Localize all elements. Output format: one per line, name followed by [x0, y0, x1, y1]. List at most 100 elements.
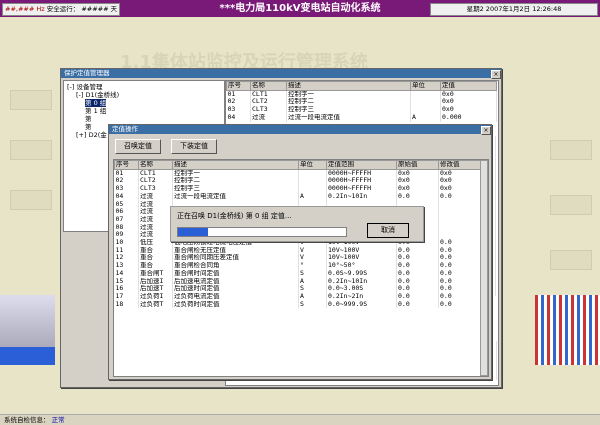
table-cell: 15	[114, 277, 139, 286]
table-row[interactable]: 13 重合 重合闸检合同角 ° 10°~50° 0.0 0.0	[114, 262, 481, 270]
background-block	[550, 195, 592, 215]
table-row[interactable]: 02 CLT2 控制字二 0000H~FFFFH 0x0 0x0	[114, 177, 481, 186]
table-cell: 0.0~999.9S	[326, 300, 397, 309]
tree-item[interactable]: 第 1 组	[85, 107, 106, 115]
table-cell: 后加速T	[138, 285, 173, 293]
table-cell: CLT1	[250, 90, 287, 99]
table-cell: 0.2In~10In	[326, 277, 397, 286]
table-row[interactable]: 03 CLT3 控制字三 0000H~FFFFH 0x0 0x0	[114, 185, 481, 193]
table-row[interactable]: 12 重合 重合闸检同期压差定值 V 10V~100V 0.0 0.0	[114, 254, 481, 263]
tree-item[interactable]: 第	[85, 123, 92, 131]
table-cell	[438, 231, 481, 240]
table-cell: 过负荷时间定值	[172, 300, 299, 309]
table-cell: 过流	[138, 215, 173, 224]
table-row[interactable]: 04 过流 过流一段电流定值 A 0.2In~10In 0.0 0.0	[114, 192, 481, 201]
table-row[interactable]: 11 重合 重合闸检无压定值 V 10V~100V 0.0 0.0	[114, 246, 481, 255]
table-cell: 02	[226, 98, 251, 107]
tree-item[interactable]: [-] 设备管理	[67, 83, 102, 91]
table-row[interactable]: 04 过流 过流一段电流定值 A 0.000	[226, 113, 497, 122]
table-cell	[298, 185, 327, 193]
table-cell: 0.0	[438, 192, 481, 201]
clock-display: 星期2 2007年1月2日 12:26:48	[430, 3, 598, 16]
table-cell: 0.2In~10In	[326, 192, 397, 201]
background-block	[550, 140, 592, 160]
table-cell: 重合	[138, 262, 173, 270]
table-cell: 0.0	[438, 269, 481, 278]
self-check-value: 正常	[51, 416, 65, 424]
table-cell: 过负荷电流定值	[172, 292, 299, 301]
table-cell: 重合闸检无压定值	[172, 246, 299, 255]
table-cell: 0.0	[396, 246, 439, 255]
settings-table: 序号 名称 描述 单位 定值 01 CLT1 控制字一 0x0 02 CLT2 控制字二 0x0 03 C…	[226, 81, 497, 122]
dialog-table-panel: 序号 名称 描述 单位 定值范围 原始值 修改值 01 CLT1 控制字一 0000H~FFFFH…	[113, 159, 489, 377]
settings-manager-titlebar[interactable]: 保护定值管理器	[61, 69, 501, 78]
table-cell: 重合闸检合同角	[172, 262, 299, 270]
background-block	[550, 250, 592, 270]
table-cell: 16	[114, 285, 139, 293]
table-row[interactable]: 01 CLT1 控制字一 0000H~FFFFH 0x0 0x0	[114, 169, 481, 178]
table-cell	[410, 106, 441, 114]
download-settings-button[interactable]: 下装定值	[171, 139, 217, 154]
table-cell: 09	[114, 231, 139, 240]
table-cell: 0.0	[438, 239, 481, 247]
table-cell: 0.0	[396, 262, 439, 270]
table-cell: 0000H~FFFFH	[326, 185, 397, 193]
tree-item[interactable]: [-] D1(金桥线)	[76, 91, 119, 99]
table-cell: 后加速时间定值	[172, 285, 299, 293]
tree-item[interactable]: 第	[85, 115, 92, 123]
table-cell: 14	[114, 269, 139, 278]
table-row[interactable]: 14 重合闸T 重合闸时间定值 S 0.0S~9.99S 0.0 0.0	[114, 269, 481, 278]
table-cell: V	[298, 254, 327, 263]
settings-operation-titlebar[interactable]: 定值操作	[109, 125, 491, 134]
table-cell: 0.0	[438, 277, 481, 286]
cancel-button[interactable]: 取消	[367, 223, 409, 238]
table-cell: 控制字一	[286, 90, 411, 99]
close-icon[interactable]: ×	[481, 126, 491, 135]
table-cell: 0x0	[396, 177, 439, 186]
table-cell: 0x0	[438, 177, 481, 186]
table-cell: 过流一段电流定值	[172, 192, 299, 201]
table-cell: 0x0	[440, 98, 497, 107]
table-cell: CLT2	[138, 177, 173, 186]
table-cell: 03	[114, 185, 139, 193]
table-cell: 0x0	[396, 169, 439, 178]
table-cell: 10V~100V	[326, 246, 397, 255]
column-header: 描述	[286, 81, 411, 91]
table-cell: 02	[114, 177, 139, 186]
tree-item[interactable]: 第 0 组	[85, 99, 107, 107]
table-cell: V	[298, 246, 327, 255]
table-row[interactable]: 18 过负荷T 过负荷时间定值 S 0.0~999.9S 0.0 0.0	[114, 300, 481, 309]
table-cell: 重合闸T	[138, 269, 173, 278]
table-cell: 0x0	[438, 169, 481, 178]
table-cell: 07	[114, 215, 139, 224]
frequency-value: ##,### Hz	[5, 5, 45, 13]
column-header: 修改值	[438, 160, 481, 170]
table-cell: A	[298, 292, 327, 301]
close-icon[interactable]: ×	[491, 70, 501, 79]
table-cell: 10	[114, 239, 139, 247]
table-cell: 0.0	[438, 262, 481, 270]
table-cell: 04	[114, 192, 139, 201]
table-row[interactable]: 02 CLT2 控制字二 0x0	[226, 98, 497, 107]
table-cell: 06	[114, 208, 139, 216]
table-cell: A	[410, 113, 441, 122]
dialog-vertical-scrollbar[interactable]	[480, 160, 488, 376]
read-settings-button[interactable]: 召唤定值	[115, 139, 161, 154]
table-cell: 01	[114, 169, 139, 178]
table-row[interactable]: 15 后加速I 后加速电流定值 A 0.2In~10In 0.0 0.0	[114, 277, 481, 286]
tree-item[interactable]: [+] D2(金	[76, 131, 107, 139]
column-header: 定值	[440, 81, 497, 91]
table-cell: 控制字三	[172, 185, 299, 193]
table-cell: 0.0	[396, 285, 439, 293]
table-cell: 10°~50°	[326, 262, 397, 270]
table-cell: 控制字三	[286, 106, 411, 114]
table-row[interactable]: 01 CLT1 控制字一 0x0	[226, 90, 497, 99]
table-cell: 13	[114, 262, 139, 270]
substation-graphic-left	[0, 295, 55, 365]
table-row[interactable]: 16 后加速T 后加速时间定值 S 0.0~3.00S 0.0 0.0	[114, 285, 481, 293]
table-cell: 10V~100V	[326, 254, 397, 263]
table-row[interactable]: 17 过负荷I 过负荷电流定值 A 0.2In~2In 0.0 0.0	[114, 292, 481, 301]
column-header: 序号	[114, 160, 139, 170]
table-cell: 过流	[138, 200, 173, 209]
table-row[interactable]: 03 CLT3 控制字三 0x0	[226, 106, 497, 114]
